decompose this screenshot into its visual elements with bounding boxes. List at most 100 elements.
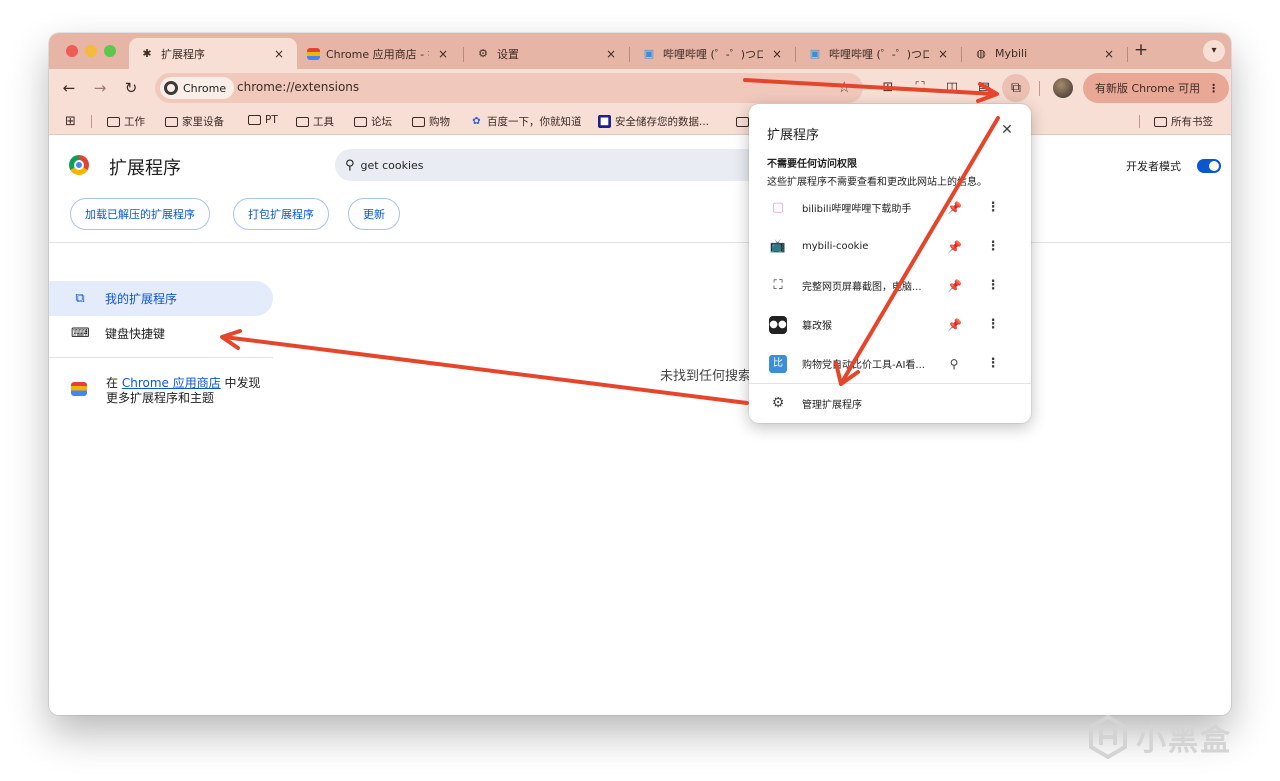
- tab-title: Chrome 应用商店 - 扌: [326, 47, 429, 61]
- close-icon[interactable]: ✕: [999, 122, 1015, 138]
- heybox-logo-icon: [1089, 715, 1127, 759]
- pin-icon[interactable]: 📌: [947, 200, 962, 216]
- bookmark-folder[interactable]: 工作: [107, 114, 145, 129]
- tab-close-icon[interactable]: ×: [769, 47, 785, 61]
- popup-title: 扩展程序: [767, 128, 820, 143]
- extension-name: 篡改猴: [802, 321, 832, 332]
- bookmark-folder[interactable]: 购物: [412, 114, 450, 129]
- chrome-store-icon: [71, 382, 87, 396]
- extension-row[interactable]: 📺 mybili-cookie 📌 ⋮: [749, 227, 1031, 266]
- extensions-menu-button[interactable]: ⧉: [1002, 74, 1030, 102]
- tab-close-icon[interactable]: ×: [435, 47, 451, 61]
- manage-extensions-item[interactable]: ⚙ 管理扩展程序: [749, 385, 1031, 421]
- bookmark-separator: [91, 115, 92, 128]
- tab-separator: [1127, 47, 1128, 62]
- sidebar-item-my-extensions[interactable]: ⧉ 我的扩展程序: [49, 281, 273, 316]
- tab-bilibili-1[interactable]: ▣ 哔哩哔哩 (゜-゜)つロ ×: [631, 38, 795, 69]
- url-text[interactable]: chrome://extensions: [237, 80, 359, 94]
- browser-window: ✱ 扩展程序 × Chrome 应用商店 - 扌 × ⚙ 设置 × ▣ 哔哩哔哩…: [49, 33, 1231, 715]
- more-vert-icon[interactable]: ⋮: [986, 239, 1000, 254]
- bookmark-star-icon[interactable]: ☆: [838, 78, 851, 96]
- search-input[interactable]: ⚲ get cookies: [335, 149, 805, 181]
- new-tab-button[interactable]: +: [1131, 41, 1151, 61]
- forward-button[interactable]: →: [90, 78, 110, 98]
- bookmark-baidu[interactable]: ✿ 百度一下，你就知道: [470, 114, 582, 129]
- minimize-window-button[interactable]: [85, 45, 97, 57]
- profile-avatar[interactable]: [1053, 78, 1073, 98]
- bookmark-folder[interactable]: 工具: [296, 114, 334, 129]
- pin-outline-icon[interactable]: ⚲: [947, 356, 961, 372]
- popup-description: 这些扩展程序不需要查看和更改此网站上的信息。: [767, 177, 987, 188]
- search-value: get cookies: [360, 158, 424, 172]
- folder-icon: [296, 116, 309, 127]
- sidebar-item-keyboard-shortcuts[interactable]: ⌨ 键盘快捷键: [49, 316, 273, 351]
- site-info-chip[interactable]: Chrome: [160, 77, 235, 99]
- more-vert-icon[interactable]: ⋮: [986, 356, 1000, 371]
- chrome-web-store-link[interactable]: Chrome 应用商店: [122, 376, 221, 390]
- reload-button[interactable]: ↻: [121, 78, 141, 98]
- folder-icon: [412, 116, 425, 127]
- apps-grid-icon[interactable]: ⊞: [65, 114, 76, 129]
- store-prefix: 在: [106, 376, 122, 390]
- pack-extension-button[interactable]: 打包扩展程序: [233, 198, 329, 230]
- watermark-text: 小黑盒: [1136, 723, 1232, 758]
- bookmark-label: 百度一下，你就知道: [487, 116, 582, 128]
- bookmark-label: 工具: [313, 116, 334, 128]
- bookmark-secure-storage[interactable]: ■ 安全储存您的数据...: [598, 114, 709, 129]
- tab-close-icon[interactable]: ×: [603, 47, 619, 61]
- update-chrome-button[interactable]: 有新版 Chrome 可用 ⋮: [1083, 73, 1230, 103]
- extension-row[interactable]: 比 购物党自动比价工具-AI看... ⚲ ⋮: [749, 344, 1031, 383]
- tab-title: 扩展程序: [161, 47, 205, 61]
- bilibili-icon: ▣: [643, 47, 655, 60]
- tab-extensions[interactable]: ✱ 扩展程序 ×: [129, 38, 297, 69]
- tab-close-icon[interactable]: ×: [935, 47, 951, 61]
- update-button[interactable]: 更新: [348, 198, 400, 230]
- extensions-popup: 扩展程序 ✕ 不需要任何访问权限 这些扩展程序不需要查看和更改此网站上的信息。 …: [749, 104, 1031, 423]
- bookmark-folder[interactable]: PT: [248, 114, 278, 126]
- bookmark-folder[interactable]: 论坛: [354, 114, 392, 129]
- pin-icon[interactable]: 📌: [947, 317, 962, 333]
- screenshot-icon: ⛶: [773, 277, 783, 293]
- close-window-button[interactable]: [66, 45, 78, 57]
- manage-label: 管理扩展程序: [802, 400, 862, 411]
- back-button[interactable]: ←: [59, 78, 79, 98]
- tampermonkey-icon: ●●: [769, 315, 787, 334]
- bookmark-label: PT: [265, 114, 278, 126]
- tab-title: 哔哩哔哩 (゜-゜)つロ: [829, 47, 929, 61]
- extension-row[interactable]: ⛶ 完整网页屏幕截图，电脑... 📌 ⋮: [749, 266, 1031, 305]
- pin-icon[interactable]: 📌: [947, 239, 962, 255]
- store-line2: 更多扩展程序和主题: [106, 391, 215, 405]
- extension-icon-3[interactable]: ◫: [942, 78, 962, 98]
- extension-row[interactable]: ▢ bilibili哔哩哔哩下载助手 📌 ⋮: [749, 188, 1031, 227]
- chrome-icon: [164, 81, 178, 95]
- folder-icon: [354, 116, 367, 127]
- extension-name: bilibili哔哩哔哩下载助手: [802, 204, 912, 215]
- more-vert-icon[interactable]: ⋮: [986, 200, 1000, 215]
- screenshot-extension-icon[interactable]: ⛶: [910, 78, 930, 98]
- tab-chrome-store[interactable]: Chrome 应用商店 - 扌 ×: [297, 38, 461, 69]
- tab-close-icon[interactable]: ×: [271, 47, 287, 61]
- gear-icon: ⚙: [771, 395, 785, 411]
- tab-mybili[interactable]: ◍ Mybili ×: [963, 38, 1127, 69]
- address-bar[interactable]: Chrome chrome://extensions ☆: [155, 73, 863, 103]
- more-vert-icon[interactable]: ⋮: [986, 317, 1000, 332]
- extension-icon-4[interactable]: ▤: [974, 78, 994, 98]
- tab-search-button[interactable]: ▾: [1203, 40, 1225, 62]
- tab-bilibili-2[interactable]: ▣ 哔哩哔哩 (゜-゜)つロ ×: [797, 38, 961, 69]
- bookmark-all[interactable]: 所有书签: [1154, 114, 1213, 129]
- bookmark-folder[interactable]: 家里设备: [165, 114, 224, 129]
- bilibili-icon: ▢: [771, 199, 785, 215]
- tab-close-icon[interactable]: ×: [1101, 47, 1117, 61]
- extension-row[interactable]: ●● 篡改猴 📌 ⋮: [749, 305, 1031, 344]
- tab-separator: [795, 47, 796, 62]
- zoom-window-button[interactable]: [104, 45, 116, 57]
- folder-icon: [248, 115, 261, 125]
- keyboard-icon: ⌨: [71, 326, 90, 341]
- load-unpacked-button[interactable]: 加载已解压的扩展程序: [70, 198, 210, 230]
- tab-settings[interactable]: ⚙ 设置 ×: [465, 38, 629, 69]
- more-vert-icon[interactable]: ⋮: [986, 278, 1000, 293]
- extension-icon-1[interactable]: ⊞: [878, 78, 898, 98]
- dev-mode-label: 开发者模式: [1126, 160, 1181, 173]
- pin-icon[interactable]: 📌: [947, 278, 962, 294]
- dev-mode-toggle[interactable]: [1197, 159, 1221, 173]
